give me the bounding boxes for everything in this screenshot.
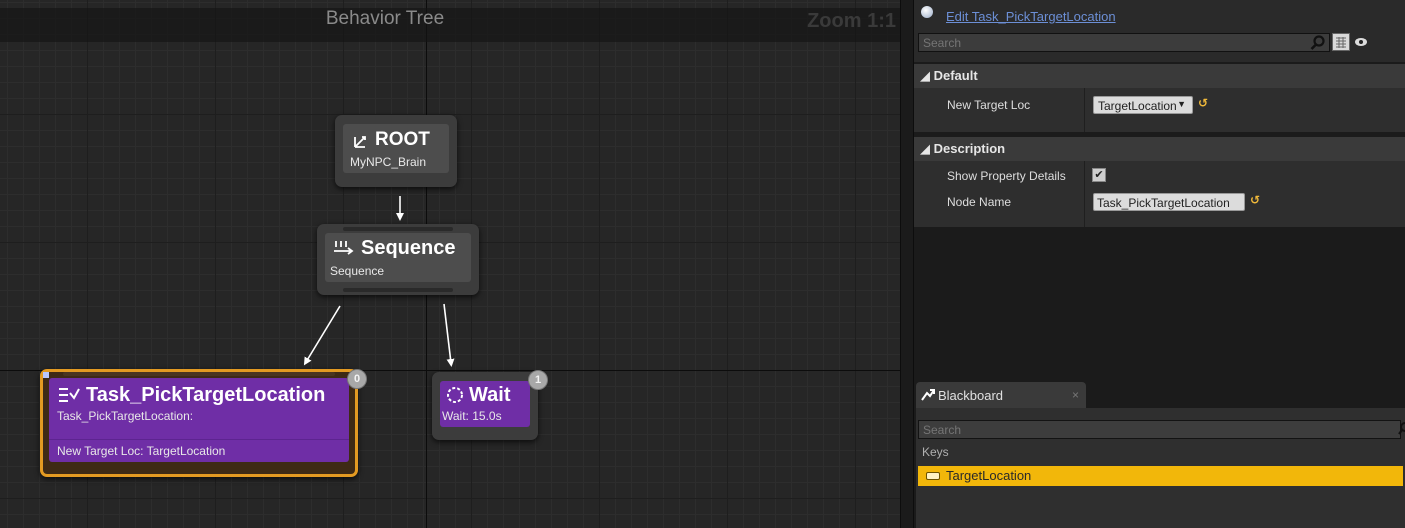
description-section: ◢ Description Show Property Details ✔ No… xyxy=(914,137,1405,227)
new-target-loc-dropdown[interactable]: TargetLocation ▼ xyxy=(1093,96,1193,114)
task-pick-target-location-node[interactable]: Task_PickTargetLocation Task_PickTargetL… xyxy=(40,369,367,477)
wait-execution-index-badge: 1 xyxy=(528,370,548,390)
search-icon[interactable] xyxy=(1397,422,1405,436)
panel-splitter[interactable] xyxy=(900,0,914,528)
edge-sequence-to-task xyxy=(303,305,341,366)
sequence-icon xyxy=(334,241,354,255)
blackboard-tab-label: Blackboard xyxy=(938,388,1004,403)
wait-node-title: Wait xyxy=(469,384,511,406)
object-bullet-icon xyxy=(921,6,933,18)
task-execution-index-badge: 0 xyxy=(347,369,367,389)
default-section-label: Default xyxy=(933,68,978,83)
reset-to-default-icon[interactable]: ↺ xyxy=(1198,96,1208,110)
vector-key-icon xyxy=(926,472,940,480)
close-icon[interactable]: × xyxy=(1072,388,1079,402)
node-name-field[interactable]: Task_PickTargetLocation xyxy=(1093,193,1245,211)
details-panel: Edit Task_PickTargetLocation ◢ Default N… xyxy=(914,0,1405,378)
wait-clock-icon xyxy=(447,387,463,403)
blackboard-search-input[interactable] xyxy=(918,420,1401,439)
show-property-details-checkbox[interactable]: ✔ xyxy=(1092,168,1106,182)
task-node-divider xyxy=(49,439,349,440)
task-node-detail: New Target Loc: TargetLocation xyxy=(57,444,226,458)
default-column-divider xyxy=(1084,88,1085,132)
default-section-header[interactable]: ◢ Default xyxy=(914,64,1405,88)
show-property-details-label: Show Property Details xyxy=(947,169,1066,183)
sequence-node[interactable]: Sequence Sequence xyxy=(317,224,479,295)
description-section-header[interactable]: ◢ Description xyxy=(914,137,1405,161)
blackboard-icon xyxy=(921,389,935,401)
property-matrix-icon[interactable] xyxy=(1332,33,1350,51)
wait-node-subtitle: Wait: 15.0s xyxy=(442,409,502,423)
task-input-pin xyxy=(63,372,335,376)
task-icon xyxy=(59,388,80,402)
details-header: Edit Task_PickTargetLocation xyxy=(914,0,1405,62)
eye-icon[interactable] xyxy=(1354,37,1368,47)
task-node-subtitle: Task_PickTargetLocation: xyxy=(57,409,194,423)
task-node-title: Task_PickTargetLocation xyxy=(86,384,326,406)
new-target-loc-label: New Target Loc xyxy=(947,98,1031,112)
search-icon[interactable] xyxy=(1310,35,1326,51)
sequence-node-subtitle: Sequence xyxy=(330,264,385,278)
blackboard-key-label: TargetLocation xyxy=(946,468,1032,483)
node-name-label: Node Name xyxy=(947,195,1012,209)
edit-task-link[interactable]: Edit Task_PickTargetLocation xyxy=(946,9,1116,24)
root-node-title: ROOT xyxy=(375,129,430,150)
sequence-output-pin xyxy=(343,288,453,292)
edge-sequence-to-wait xyxy=(443,303,455,367)
details-search-input[interactable] xyxy=(918,33,1330,52)
sequence-input-pin xyxy=(343,227,453,231)
reset-to-default-icon[interactable]: ↺ xyxy=(1250,193,1260,207)
root-branch-icon xyxy=(354,136,366,148)
tab-blackboard[interactable]: Blackboard × xyxy=(916,382,1086,408)
collapse-arrow-icon: ◢ xyxy=(920,141,934,156)
task-breakpoint-icon xyxy=(43,372,49,378)
chevron-down-icon: ▼ xyxy=(1177,99,1186,109)
keys-category-label: Keys xyxy=(922,445,949,459)
collapse-arrow-icon: ◢ xyxy=(920,68,934,83)
wait-node[interactable]: Wait Wait: 15.0s 1 xyxy=(432,370,548,440)
root-node[interactable]: ROOT MyNPC_Brain xyxy=(335,115,457,187)
description-section-label: Description xyxy=(933,141,1006,156)
default-section: ◢ Default New Target Loc TargetLocation … xyxy=(914,64,1405,132)
behavior-tree-graph[interactable]: Behavior Tree Zoom 1:1 ROOT MyNPC_Brain … xyxy=(0,0,900,528)
description-column-divider xyxy=(1084,161,1085,227)
sequence-node-title: Sequence xyxy=(361,237,456,259)
new-target-loc-value: TargetLocation xyxy=(1098,99,1177,113)
blackboard-panel: Blackboard × Keys TargetLocation xyxy=(914,378,1405,528)
root-node-subtitle: MyNPC_Brain xyxy=(350,155,427,169)
blackboard-key-row[interactable]: TargetLocation xyxy=(918,466,1403,486)
